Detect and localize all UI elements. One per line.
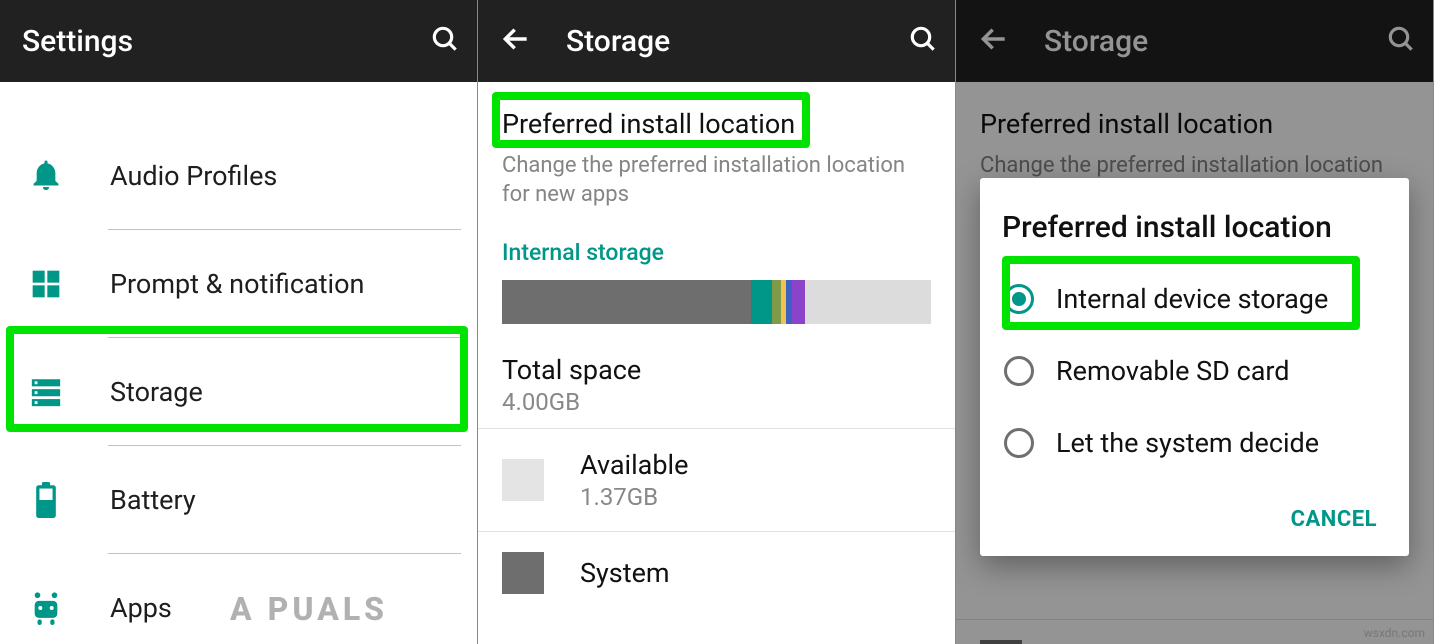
storage-usage-bar (502, 280, 931, 324)
radio-label: Removable SD card (1056, 355, 1290, 387)
available-swatch (502, 459, 544, 501)
usage-bar-segment (805, 280, 931, 324)
option-system-decide[interactable]: Let the system decide (1002, 407, 1387, 479)
apps-icon (26, 588, 66, 628)
settings-item-battery[interactable]: Battery (0, 446, 477, 554)
appbar-title: Settings (22, 24, 429, 59)
battery-icon (26, 480, 66, 520)
highlight-internal-option (1002, 256, 1360, 330)
watermark: wsxdn.com (1364, 626, 1425, 640)
settings-item-prompt[interactable]: Prompt & notification (0, 230, 477, 338)
appbar: Settings (0, 0, 477, 82)
usage-bar-segment (751, 280, 772, 324)
system-label: System (580, 557, 670, 589)
system-swatch (502, 552, 544, 594)
settings-item-label: Prompt & notification (110, 268, 364, 300)
radio-icon (1004, 356, 1034, 386)
preferred-install-subtitle: Change the preferred installation locati… (478, 152, 955, 239)
usage-bar-segment (502, 280, 751, 324)
radio-icon (1004, 428, 1034, 458)
settings-item-audio[interactable]: Audio Profiles (0, 122, 477, 230)
preferred-install-dialog: Preferred install location Internal devi… (980, 178, 1409, 556)
highlight-preferred-install (492, 92, 810, 148)
panel-storage: Storage Preferred install location Chang… (478, 0, 956, 644)
search-icon[interactable] (429, 23, 461, 59)
grid-icon (26, 264, 66, 304)
system-row[interactable]: System (478, 531, 955, 614)
settings-item-label: Battery (110, 484, 196, 516)
panel-dialog: Storage Preferred install location Chang… (956, 0, 1434, 644)
dialog-actions: CANCEL (1002, 479, 1387, 540)
settings-item-label: Audio Profiles (110, 160, 277, 192)
total-space-label: Total space (502, 354, 931, 386)
appbar-title: Storage (566, 24, 907, 59)
appuals-watermark: A PUALS (230, 590, 388, 628)
option-removable-sd[interactable]: Removable SD card (1002, 335, 1387, 407)
dialog-title: Preferred install location (1002, 210, 1387, 245)
cancel-button[interactable]: CANCEL (1281, 499, 1387, 540)
highlight-storage (6, 326, 468, 432)
available-value: 1.37GB (580, 483, 688, 511)
radio-label: Let the system decide (1056, 427, 1319, 459)
total-space-row: Total space 4.00GB (478, 324, 955, 428)
internal-storage-header: Internal storage (478, 239, 955, 280)
available-row[interactable]: Available 1.37GB (478, 428, 955, 531)
search-icon[interactable] (907, 23, 939, 59)
storage-content: Preferred install location Change the pr… (478, 82, 955, 614)
panel-settings: Settings Audio Profiles Prompt & notific… (0, 0, 478, 644)
back-icon[interactable] (500, 23, 532, 59)
available-label: Available (580, 449, 688, 481)
bell-icon (26, 156, 66, 196)
settings-item-label: Apps (110, 592, 172, 624)
usage-bar-segment (792, 280, 805, 324)
total-space-value: 4.00GB (502, 388, 931, 416)
appbar: Storage (478, 0, 955, 82)
usage-bar-segment (772, 280, 781, 324)
